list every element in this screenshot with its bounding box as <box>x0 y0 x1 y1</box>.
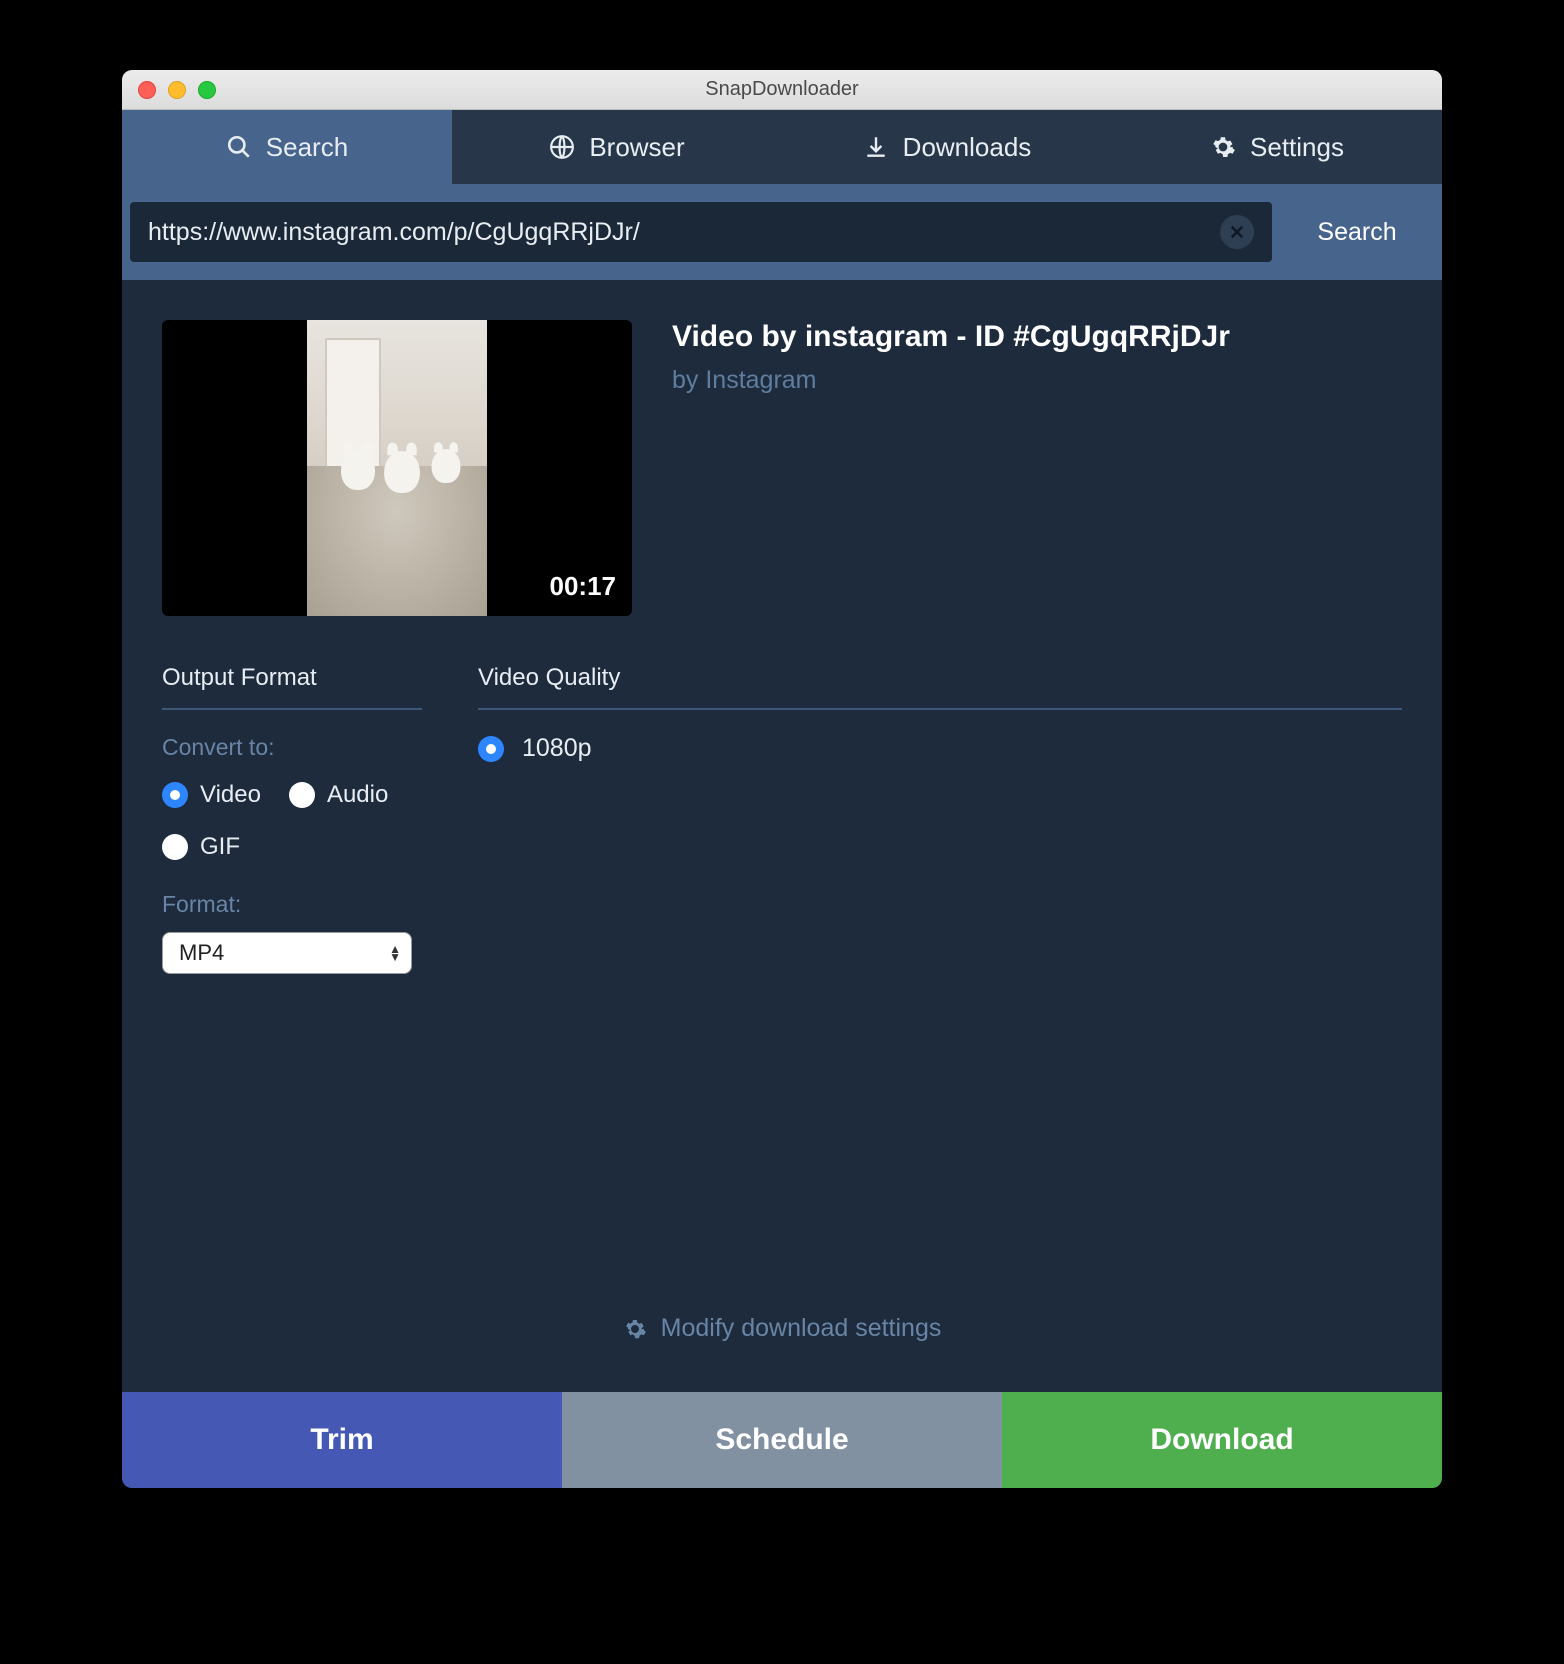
output-format-section: Output Format Convert to: Video Audio GI… <box>162 664 422 974</box>
video-author: by Instagram <box>672 366 1402 395</box>
video-title: Video by instagram - ID #CgUgqRRjDJr <box>672 320 1402 354</box>
schedule-button[interactable]: Schedule <box>562 1392 1002 1488</box>
video-thumbnail[interactable]: 00:17 <box>162 320 632 616</box>
radio-label: GIF <box>200 833 240 861</box>
video-duration: 00:17 <box>550 571 617 602</box>
quality-label: 1080p <box>522 734 592 763</box>
globe-icon <box>549 134 575 160</box>
action-bar: Trim Schedule Download <box>122 1392 1442 1488</box>
app-window: SnapDownloader Search Browser Downloads … <box>122 70 1442 1488</box>
main-tabs: Search Browser Downloads Settings <box>122 110 1442 184</box>
tab-browser[interactable]: Browser <box>452 110 782 184</box>
download-icon <box>863 134 889 160</box>
url-input[interactable] <box>148 218 1220 247</box>
quality-options: 1080p <box>478 734 1402 763</box>
modify-settings-row: Modify download settings <box>162 1314 1402 1368</box>
radio-indicator <box>289 782 315 808</box>
download-button[interactable]: Download <box>1002 1392 1442 1488</box>
radio-indicator <box>162 834 188 860</box>
video-result: 00:17 Video by instagram - ID #CgUgqRRjD… <box>162 320 1402 616</box>
video-quality-heading: Video Quality <box>478 664 1402 710</box>
tab-settings[interactable]: Settings <box>1112 110 1442 184</box>
output-format-heading: Output Format <box>162 664 422 710</box>
tab-label: Browser <box>589 132 684 163</box>
tab-label: Downloads <box>903 132 1032 163</box>
format-label: Format: <box>162 891 422 918</box>
radio-indicator <box>162 782 188 808</box>
tab-downloads[interactable]: Downloads <box>782 110 1112 184</box>
quality-option-1080p[interactable]: 1080p <box>478 734 1402 763</box>
video-quality-section: Video Quality 1080p <box>478 664 1402 974</box>
clear-url-button[interactable] <box>1220 215 1254 249</box>
gear-icon <box>623 1317 647 1341</box>
gear-icon <box>1210 134 1236 160</box>
options-panel: Output Format Convert to: Video Audio GI… <box>162 664 1402 974</box>
url-bar: Search <box>122 184 1442 280</box>
format-select[interactable]: MP4 ▲▼ <box>162 932 412 974</box>
video-metadata: Video by instagram - ID #CgUgqRRjDJr by … <box>672 320 1402 616</box>
radio-label: Video <box>200 781 261 809</box>
window-title: SnapDownloader <box>122 78 1442 101</box>
radio-label: Audio <box>327 781 388 809</box>
radio-audio[interactable]: Audio <box>289 781 388 809</box>
radio-video[interactable]: Video <box>162 781 261 809</box>
convert-to-label: Convert to: <box>162 734 422 761</box>
radio-indicator <box>478 736 504 762</box>
tab-search[interactable]: Search <box>122 110 452 184</box>
tab-label: Settings <box>1250 132 1344 163</box>
search-button[interactable]: Search <box>1272 218 1442 247</box>
trim-button[interactable]: Trim <box>122 1392 562 1488</box>
main-content: 00:17 Video by instagram - ID #CgUgqRRjD… <box>122 280 1442 1392</box>
modify-settings-label: Modify download settings <box>661 1314 942 1343</box>
select-stepper-icon: ▲▼ <box>389 945 401 961</box>
titlebar: SnapDownloader <box>122 70 1442 110</box>
url-input-container <box>130 202 1272 262</box>
modify-download-settings-link[interactable]: Modify download settings <box>623 1314 942 1343</box>
search-icon <box>226 134 252 160</box>
format-value: MP4 <box>179 940 224 966</box>
convert-type-options: Video Audio GIF <box>162 781 422 861</box>
tab-label: Search <box>266 132 348 163</box>
radio-gif[interactable]: GIF <box>162 833 240 861</box>
